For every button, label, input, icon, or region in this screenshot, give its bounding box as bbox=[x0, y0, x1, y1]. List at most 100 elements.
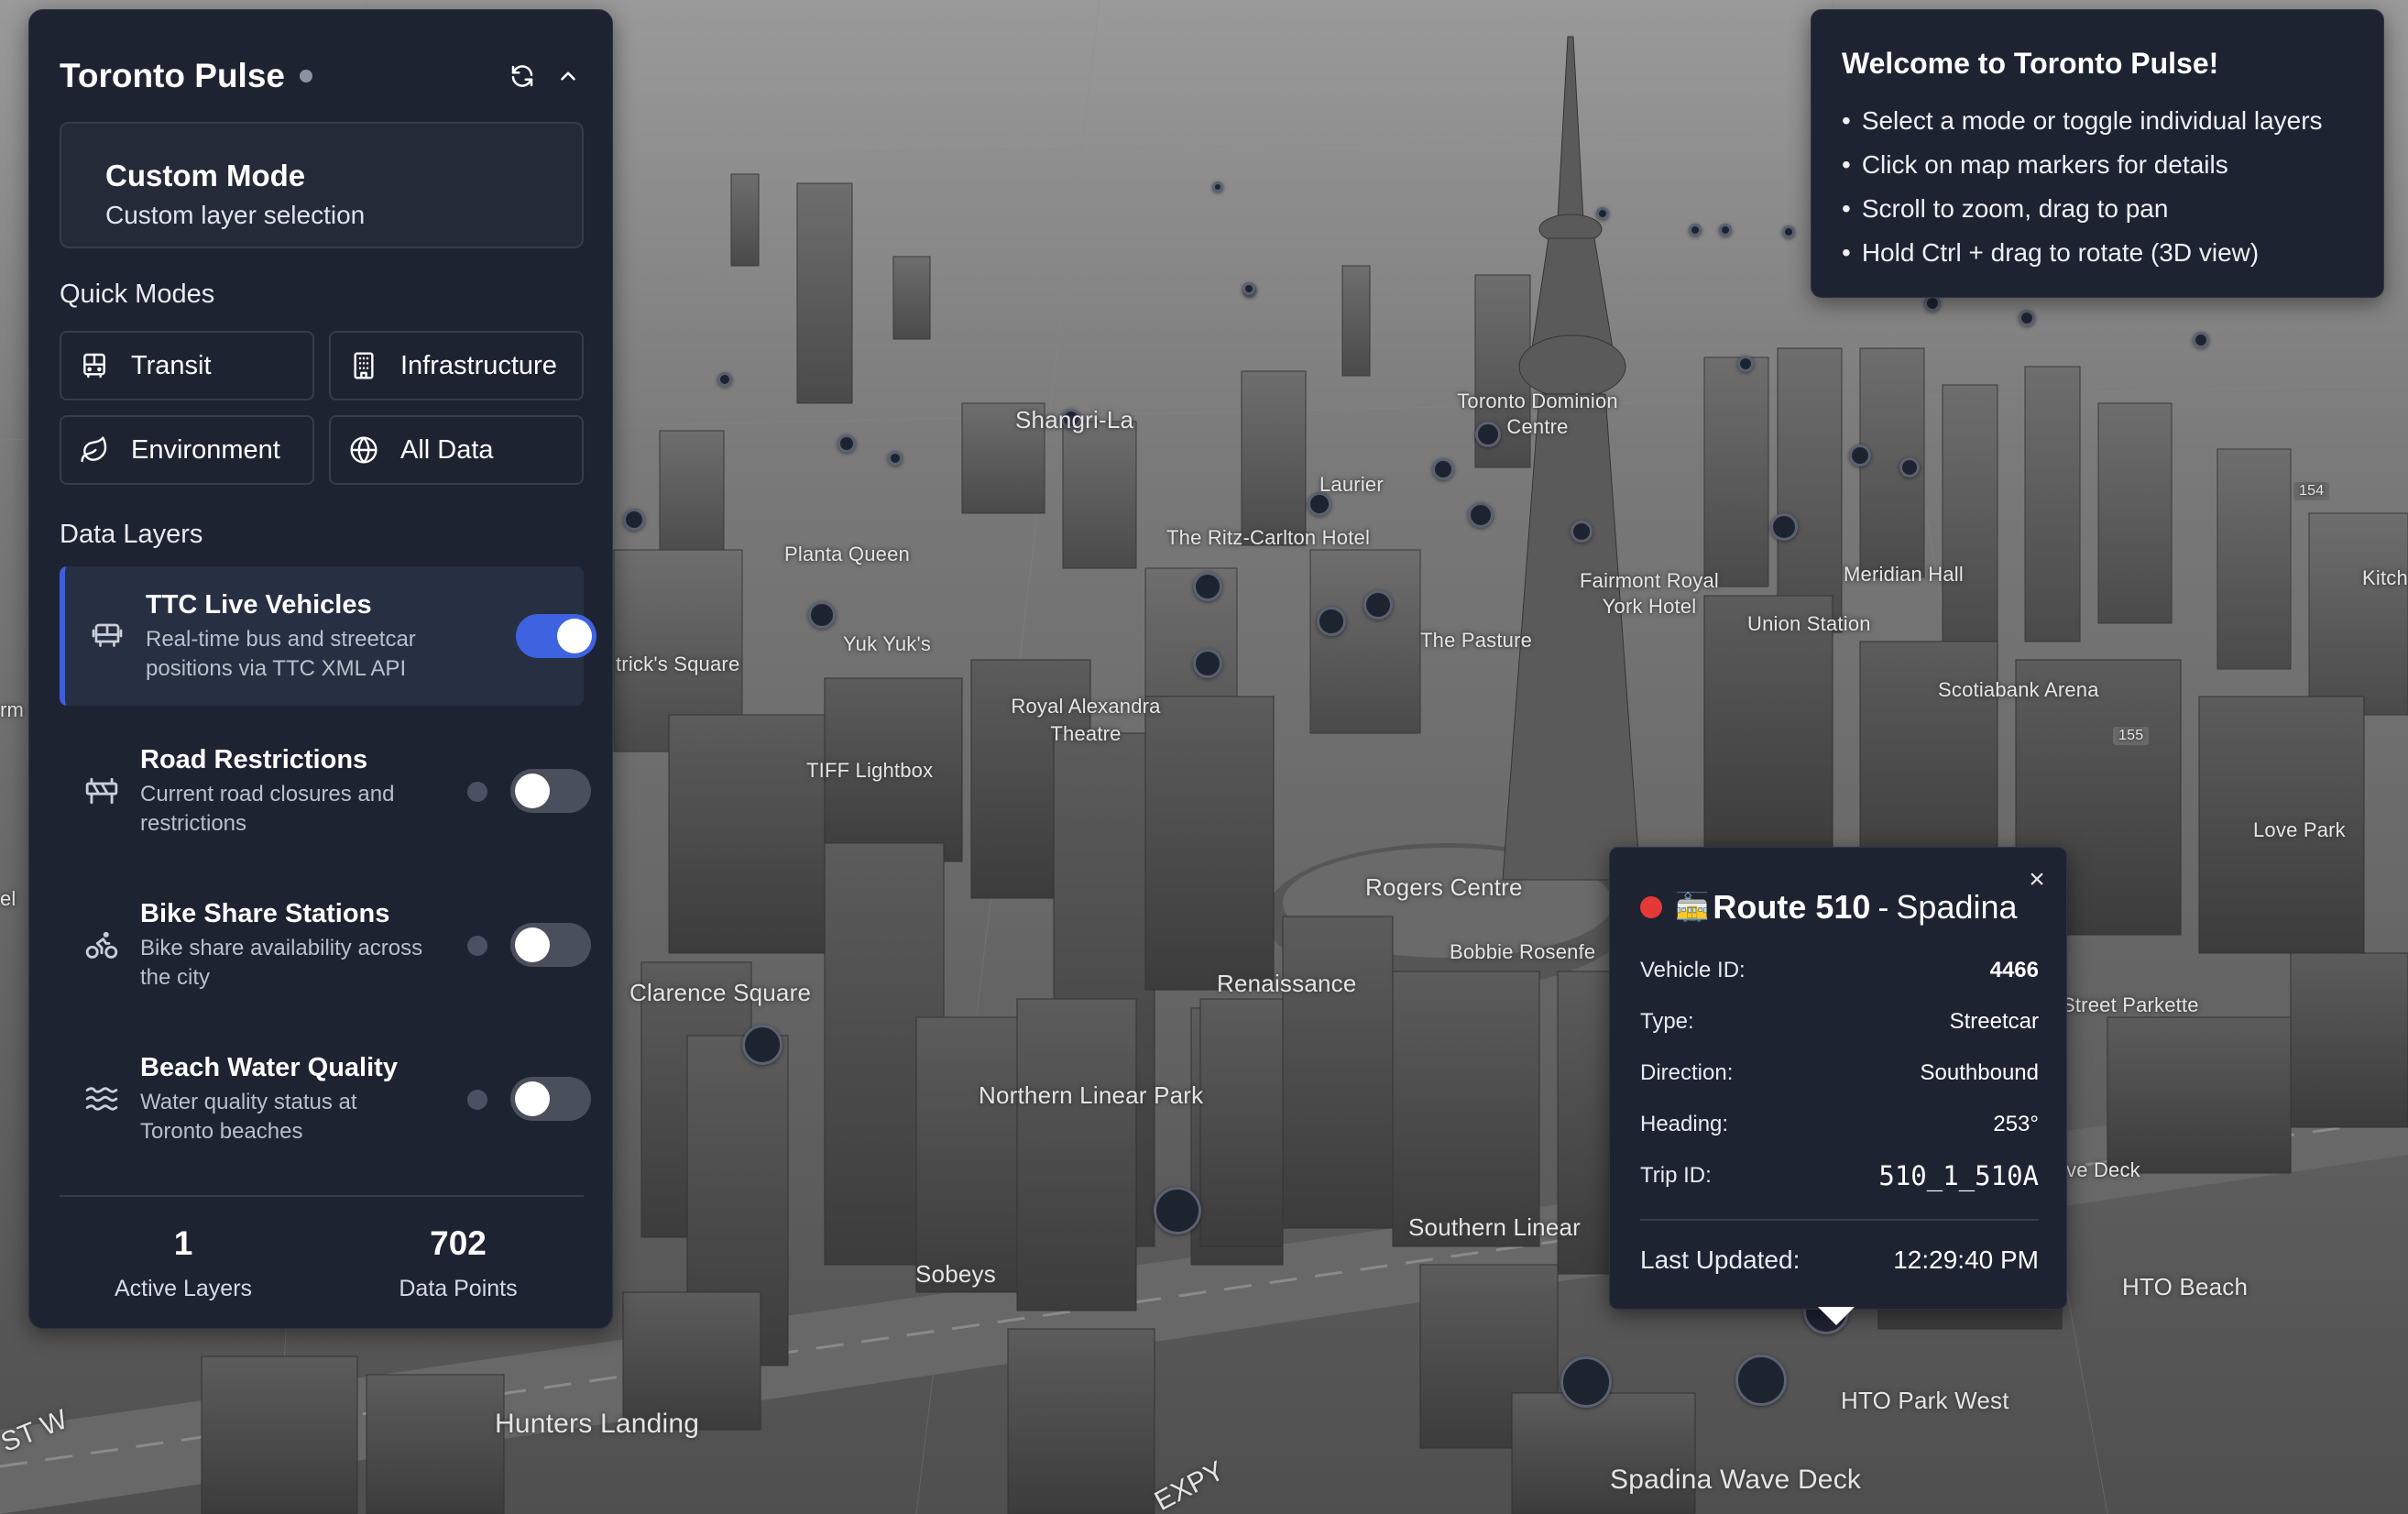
map-marker[interactable] bbox=[2193, 332, 2209, 348]
app-title: Toronto Pulse bbox=[60, 57, 285, 94]
row-label: Type: bbox=[1640, 1009, 1694, 1034]
map-marker[interactable] bbox=[1782, 225, 1795, 238]
map-label: HTO Park West bbox=[1841, 1387, 2009, 1414]
map-label: HTO Beach bbox=[2122, 1273, 2249, 1300]
map-label: Bobbie Rosenfe bbox=[1450, 940, 1596, 963]
layer-description: Bike share availability across the city bbox=[140, 936, 423, 990]
map-marker[interactable] bbox=[808, 601, 836, 629]
layer-ttc-live-vehicles[interactable]: TTC Live Vehicles Real-time bus and stre… bbox=[60, 566, 597, 706]
row-value: Streetcar bbox=[1949, 1009, 2039, 1034]
mode-button-infrastructure[interactable]: Infrastructure bbox=[329, 331, 584, 400]
map-marker[interactable] bbox=[1363, 590, 1393, 620]
map-marker[interactable] bbox=[1242, 282, 1255, 295]
layer-toggle[interactable] bbox=[510, 923, 591, 967]
bus-icon bbox=[89, 618, 126, 654]
vehicle-popup: × 🚋 Route 510 - Spadina Vehicle ID: 4466… bbox=[1609, 847, 2067, 1325]
streetcar-icon: 🚋 bbox=[1675, 892, 1710, 923]
row-label: Last Updated: bbox=[1640, 1245, 1801, 1274]
map-marker[interactable] bbox=[1737, 356, 1754, 372]
map-marker[interactable] bbox=[2019, 310, 2035, 326]
mode-button-all-data[interactable]: All Data bbox=[329, 415, 584, 485]
mode-button-environment[interactable]: Environment bbox=[60, 415, 314, 485]
current-mode-card: Custom Mode Custom layer selection bbox=[60, 122, 584, 248]
map-label: rm bbox=[0, 698, 25, 721]
layer-title: Bike Share Stations bbox=[140, 899, 390, 928]
map-marker[interactable] bbox=[717, 372, 732, 387]
popup-row-direction: Direction: Southbound bbox=[1640, 1055, 2039, 1092]
map-label: Northern Linear Park bbox=[979, 1081, 1204, 1109]
map-label: Kitch bbox=[2362, 566, 2408, 589]
map-marker[interactable] bbox=[1212, 181, 1223, 192]
layer-title: Beach Water Quality bbox=[140, 1053, 398, 1082]
mode-button-transit[interactable]: Transit bbox=[60, 331, 314, 400]
map-marker[interactable] bbox=[1193, 572, 1222, 601]
map-marker[interactable] bbox=[1571, 521, 1593, 543]
layer-toggle[interactable] bbox=[516, 614, 597, 658]
map-marker[interactable] bbox=[1719, 224, 1732, 236]
map-label: Planta Queen bbox=[784, 543, 910, 565]
layer-road-restrictions[interactable]: Road Restrictions Current road closures … bbox=[60, 721, 591, 861]
divider bbox=[60, 1195, 584, 1197]
popup-row-heading: Heading: 253° bbox=[1640, 1106, 2039, 1143]
layer-toggle[interactable] bbox=[510, 1077, 591, 1121]
mode-button-label: Transit bbox=[131, 350, 212, 380]
map-marker[interactable] bbox=[623, 509, 645, 531]
popup-row-last-updated: Last Updated: 12:29:40 PM bbox=[1640, 1242, 2039, 1278]
layer-description: Real-time bus and streetcar positions vi… bbox=[146, 627, 416, 681]
refresh-icon bbox=[511, 65, 533, 87]
map-marker[interactable] bbox=[1468, 502, 1494, 528]
map-label: Meridian Hall bbox=[1844, 563, 1964, 586]
map-label: ve Deck bbox=[2066, 1158, 2140, 1181]
stat-label: Active Layers bbox=[114, 1276, 253, 1301]
map-label: Toronto Dominion Centre bbox=[1457, 389, 1618, 438]
quick-modes-heading: Quick Modes bbox=[60, 280, 215, 309]
route-number: Route 510 bbox=[1713, 888, 1871, 926]
map-marker[interactable] bbox=[742, 1025, 783, 1065]
map-marker[interactable] bbox=[1689, 224, 1702, 236]
map-label: Rogers Centre bbox=[1365, 873, 1523, 901]
refresh-button[interactable] bbox=[506, 60, 539, 93]
map-marker[interactable] bbox=[837, 434, 856, 453]
map-label: 154 bbox=[2293, 482, 2330, 500]
vehicle-status-dot bbox=[1640, 896, 1662, 918]
layer-description: Water quality status at Toronto beaches bbox=[140, 1090, 357, 1144]
map-label: 155 bbox=[2113, 727, 2150, 745]
building-icon bbox=[347, 349, 380, 382]
map-marker[interactable] bbox=[1432, 458, 1454, 480]
map-marker[interactable] bbox=[1735, 1355, 1787, 1406]
bicycle-icon bbox=[83, 927, 120, 963]
welcome-tips: Select a mode or toggle individual layer… bbox=[1842, 99, 2323, 275]
map-marker[interactable] bbox=[1154, 1187, 1201, 1234]
row-label: Direction: bbox=[1640, 1060, 1734, 1085]
map-marker[interactable] bbox=[888, 451, 903, 466]
divider bbox=[1640, 1219, 2039, 1221]
row-value: Southbound bbox=[1920, 1060, 2039, 1085]
welcome-card: Welcome to Toronto Pulse! Select a mode … bbox=[1811, 9, 2384, 298]
layer-beach-water-quality[interactable]: Beach Water Quality Water quality status… bbox=[60, 1029, 591, 1168]
map-marker[interactable] bbox=[1317, 607, 1346, 636]
welcome-tip: Select a mode or toggle individual layer… bbox=[1842, 99, 2323, 143]
route-separator: - bbox=[1877, 888, 1889, 926]
map-marker[interactable] bbox=[1770, 513, 1798, 541]
bus-icon bbox=[78, 349, 111, 382]
map-label: Hunters Landing bbox=[495, 1409, 700, 1439]
layer-toggle[interactable] bbox=[510, 769, 591, 813]
map-marker[interactable] bbox=[1596, 207, 1609, 220]
row-value: 12:29:40 PM bbox=[1893, 1245, 2039, 1274]
map-marker[interactable] bbox=[1193, 649, 1222, 678]
map-label: The Ritz-Carlton Hotel bbox=[1166, 526, 1371, 549]
map-marker[interactable] bbox=[1849, 444, 1871, 466]
collapse-button[interactable] bbox=[552, 60, 585, 93]
stat-active-layers: 1 Active Layers bbox=[64, 1224, 302, 1302]
row-label: Vehicle ID: bbox=[1640, 958, 1746, 982]
map-label: Yuk Yuk's bbox=[843, 632, 932, 655]
map-marker[interactable] bbox=[1899, 457, 1920, 477]
leaf-icon bbox=[78, 433, 111, 466]
layer-bike-share-stations[interactable]: Bike Share Stations Bike share availabil… bbox=[60, 875, 591, 1015]
close-icon[interactable]: × bbox=[2024, 866, 2050, 894]
stat-label: Data Points bbox=[399, 1276, 518, 1301]
map-marker[interactable] bbox=[1560, 1356, 1612, 1408]
map-label: Sobeys bbox=[915, 1260, 996, 1288]
layer-status-dot bbox=[467, 936, 487, 956]
toggle-knob bbox=[515, 1081, 550, 1116]
